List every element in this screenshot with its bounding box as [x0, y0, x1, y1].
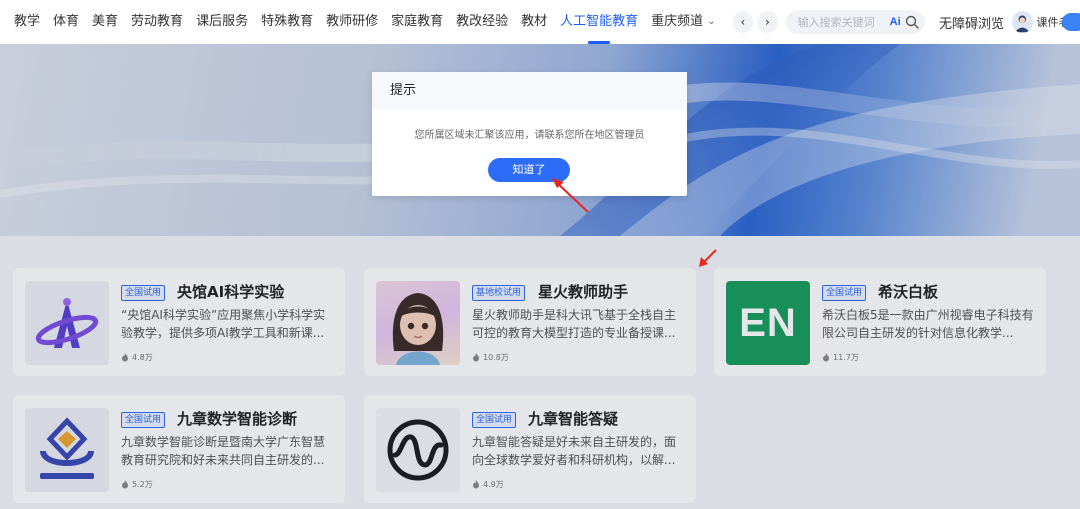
chevron-down-icon: ⌄: [707, 16, 716, 27]
nav-item-after-school[interactable]: 课后服务: [196, 0, 248, 44]
nav-item-textbooks[interactable]: 教材: [521, 0, 547, 44]
nav-prev-button[interactable]: ‹: [732, 11, 754, 33]
nav-item-reform[interactable]: 教改经验: [456, 0, 508, 44]
nav-item-labor[interactable]: 劳动教育: [131, 0, 183, 44]
nav-item-arts[interactable]: 美育: [92, 0, 118, 44]
nav-item-family-edu[interactable]: 家庭教育: [391, 0, 443, 44]
user-avatar-icon: [1014, 15, 1030, 33]
accessible-browse-link[interactable]: 无障碍浏览: [939, 13, 1004, 32]
nav-items: 教学 体育 美育 劳动教育 课后服务 特殊教育 教师研修 家庭教育 教改经验 教…: [14, 0, 729, 44]
side-widget-badge[interactable]: [1062, 13, 1080, 31]
search-input[interactable]: [795, 14, 890, 30]
dialog-title: 提示: [372, 72, 687, 110]
notice-dialog: 提示 您所属区域未汇聚该应用，请联系您所在地区管理员 知道了: [372, 72, 687, 196]
nav-more-label: 重庆频道: [651, 14, 704, 29]
nav-item-chongqing[interactable]: 重庆频道 ⌄: [651, 0, 715, 44]
search-box: Ai: [785, 10, 925, 34]
dialog-message: 您所属区域未汇聚该应用，请联系您所在地区管理员: [414, 130, 645, 141]
avatar[interactable]: [1011, 11, 1033, 33]
nav-item-sports[interactable]: 体育: [53, 0, 79, 44]
nav-item-special-edu[interactable]: 特殊教育: [261, 0, 313, 44]
chevron-right-icon: ›: [764, 15, 770, 29]
top-nav: 教学 体育 美育 劳动教育 课后服务 特殊教育 教师研修 家庭教育 教改经验 教…: [0, 0, 1080, 44]
nav-item-teacher-training[interactable]: 教师研修: [326, 0, 378, 44]
nav-item-teaching[interactable]: 教学: [14, 0, 40, 44]
nav-item-ai-education[interactable]: 人工智能教育: [560, 0, 638, 44]
search-icon[interactable]: [905, 15, 919, 29]
chevron-left-icon: ‹: [740, 15, 746, 29]
nav-next-button[interactable]: ›: [757, 11, 778, 33]
ai-search-icon[interactable]: Ai: [890, 16, 901, 28]
red-annotation-arrow-icon: [552, 178, 589, 213]
red-annotation-arrow-icon: [699, 249, 717, 267]
